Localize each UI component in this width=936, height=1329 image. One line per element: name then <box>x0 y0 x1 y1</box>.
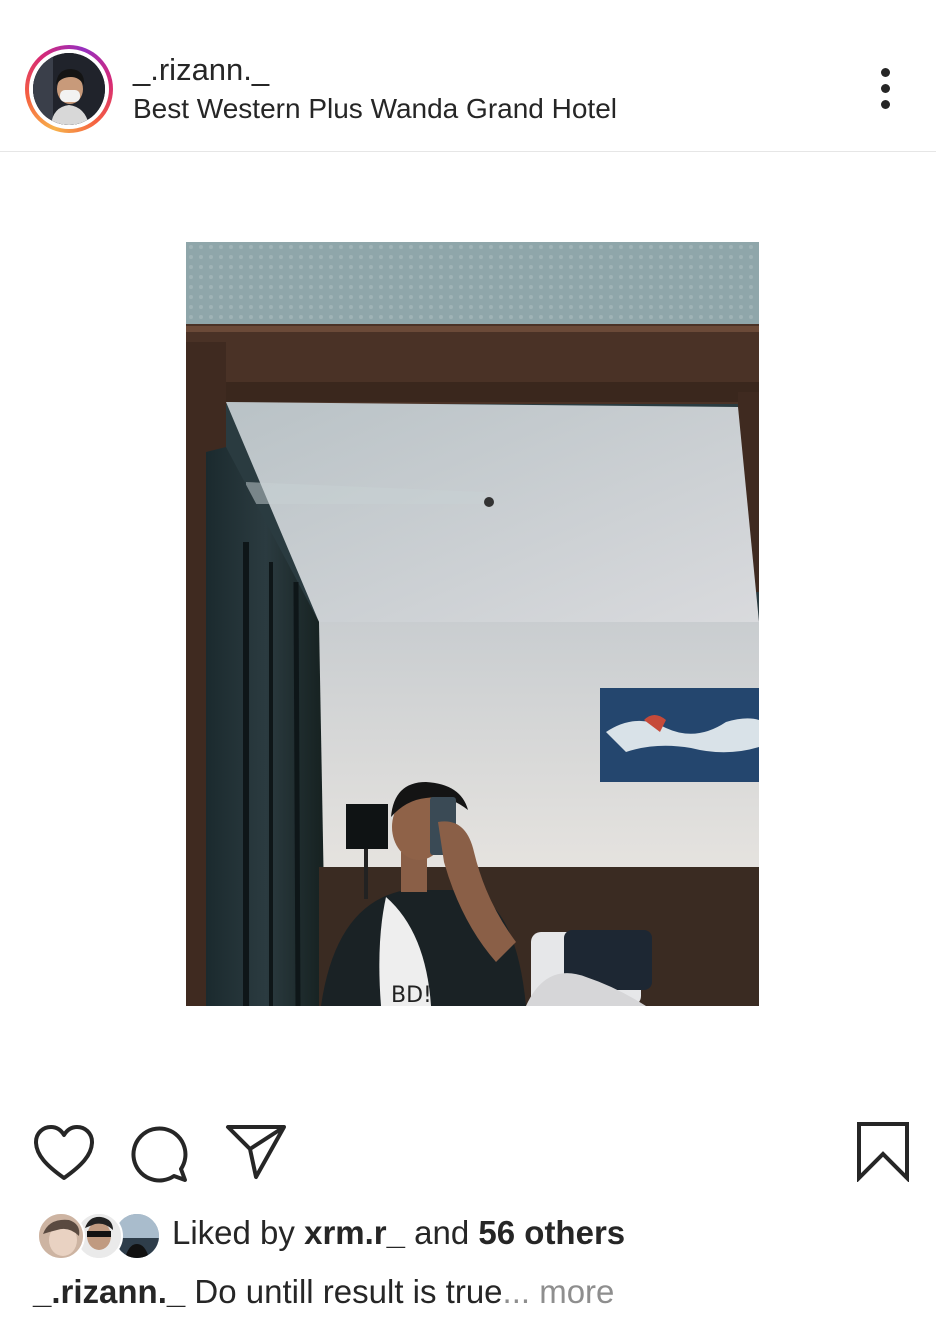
paper-plane-icon <box>226 1125 286 1179</box>
avatar[interactable] <box>33 53 105 125</box>
likes-summary[interactable]: Liked by xrm.r_ and 56 others <box>172 1214 625 1252</box>
liker-avatar <box>37 1212 85 1260</box>
post-location[interactable]: Best Western Plus Wanda Grand Hotel <box>133 93 617 125</box>
likes-prefix: Liked by <box>172 1214 295 1251</box>
likes-connector: and <box>414 1214 470 1251</box>
avatar-image <box>33 53 105 125</box>
heart-icon <box>34 1125 94 1180</box>
bookmark-icon <box>857 1122 909 1183</box>
caption-text: Do untill result is true <box>194 1273 503 1310</box>
caption-more-link[interactable]: more <box>539 1273 614 1310</box>
share-button[interactable] <box>225 1122 287 1180</box>
more-options-button[interactable] <box>866 64 906 114</box>
caption-username[interactable]: _.rizann._ <box>33 1273 185 1310</box>
caption: _.rizann._ Do untill result is true... m… <box>33 1273 614 1311</box>
others-link[interactable]: 56 others <box>478 1214 625 1251</box>
post-header: _.rizann._ Best Western Plus Wanda Grand… <box>0 0 936 152</box>
liker-avatars[interactable] <box>37 1212 161 1260</box>
post-username[interactable]: _.rizann._ <box>133 52 269 88</box>
first-liker-link[interactable]: xrm.r_ <box>304 1214 405 1251</box>
mirror-selfie-image: BD! <box>186 242 759 1006</box>
story-ring[interactable] <box>25 45 113 133</box>
save-button[interactable] <box>855 1120 911 1183</box>
post-photo[interactable]: BD! <box>186 242 759 1006</box>
like-button[interactable] <box>33 1124 95 1182</box>
comment-icon <box>131 1126 188 1183</box>
comment-button[interactable] <box>129 1124 189 1184</box>
svg-text:BD!: BD! <box>391 983 432 1006</box>
caption-ellipsis: ... <box>502 1273 531 1310</box>
avatar-gap <box>29 49 109 129</box>
